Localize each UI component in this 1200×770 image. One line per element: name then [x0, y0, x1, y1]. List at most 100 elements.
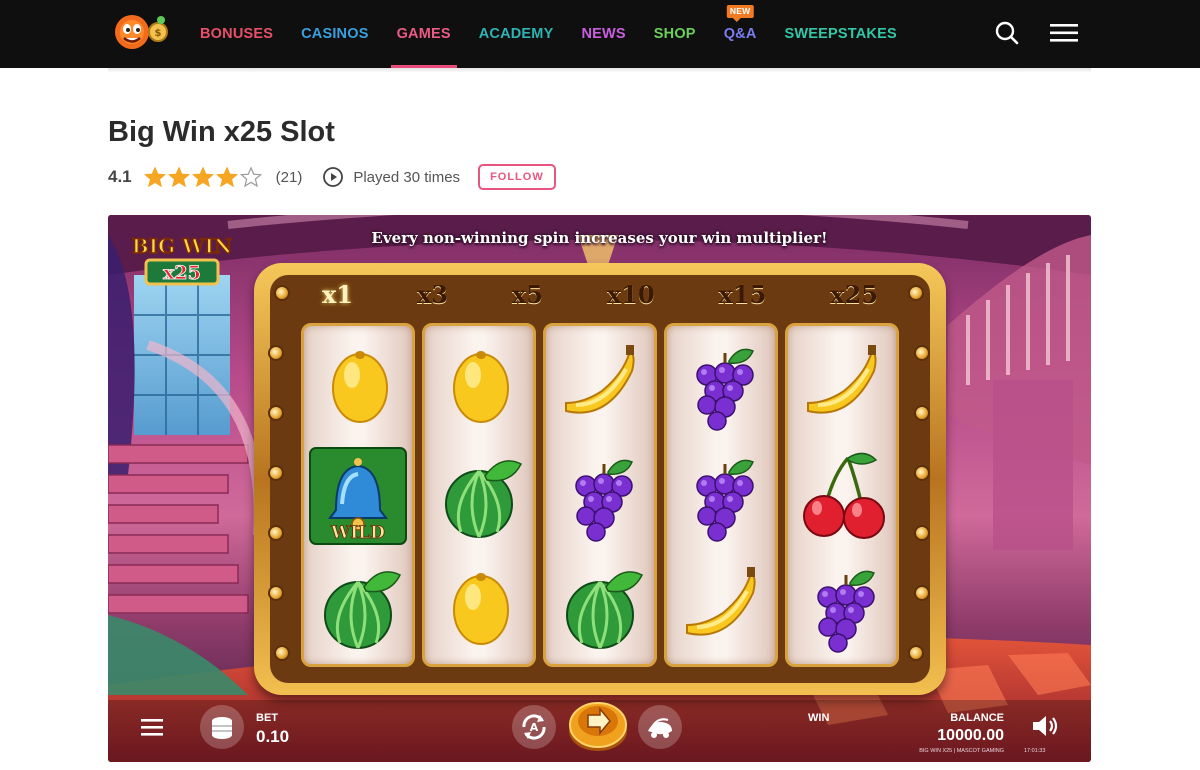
wild-bell-icon: WILD — [304, 441, 412, 551]
nav-item-shop[interactable]: SHOP — [640, 0, 710, 68]
nav-item-bonuses[interactable]: BONUSES — [186, 0, 287, 68]
play-count: Played 30 times — [353, 168, 461, 186]
reel-5 — [785, 323, 899, 667]
nav-item-academy[interactable]: ACADEMY — [465, 0, 568, 68]
nav-item-label: NEWS — [581, 26, 626, 42]
grapes-icon — [667, 330, 775, 440]
win-label: WIN — [808, 712, 830, 724]
multiplier-x5: x5 — [511, 279, 543, 309]
banana-icon — [667, 552, 775, 662]
nav-item-qa[interactable]: Q&A NEW — [710, 0, 771, 68]
multiplier-x15: x15 — [718, 279, 767, 309]
reel-4 — [664, 323, 778, 667]
nav-item-casinos[interactable]: CASINOS — [287, 0, 382, 68]
nav-item-sweepstakes[interactable]: SWEEPSTAKES — [771, 0, 911, 68]
frame-stud — [268, 405, 284, 421]
multiplier-x3: x3 — [416, 279, 448, 309]
frame-stud — [914, 525, 930, 541]
lemon-icon — [304, 330, 412, 440]
multiplier-x1: x1 — [321, 279, 353, 309]
frame-stud — [268, 525, 284, 541]
bet-label: BET — [256, 712, 278, 724]
watermelon-icon — [546, 552, 654, 662]
page-title: Big Win x25 Slot — [108, 116, 335, 148]
autoplay-button[interactable]: A — [512, 705, 556, 749]
svg-text:A: A — [530, 721, 539, 734]
bet-button[interactable] — [200, 705, 244, 749]
frame-stud — [914, 465, 930, 481]
svg-text:x25: x25 — [163, 262, 201, 284]
multiplier-x10: x10 — [606, 279, 655, 309]
banana-icon — [546, 330, 654, 440]
frame-stud — [914, 345, 930, 361]
reel-2 — [422, 323, 536, 667]
main-nav: BONUSES CASINOS GAMES ACADEMY NEWS SHOP Q&A NEW… — [186, 0, 911, 68]
turbo-button[interactable] — [638, 705, 682, 749]
play-circle-icon — [323, 167, 344, 187]
hamburger-menu-icon[interactable] — [1047, 16, 1081, 50]
reel-3 — [543, 323, 657, 667]
turbo-icon — [648, 718, 672, 738]
star-filled-icon[interactable] — [143, 166, 166, 188]
grapes-icon — [667, 441, 775, 551]
watermelon-icon — [304, 552, 412, 662]
spin-button[interactable] — [568, 691, 628, 755]
nav-item-label: SHOP — [653, 26, 696, 42]
game-banner: Every non-winning spin increases your wi… — [371, 229, 828, 247]
search-icon[interactable] — [990, 16, 1024, 50]
frame-stud — [268, 465, 284, 481]
nav-item-label: CASINOS — [301, 26, 369, 42]
frame-stud — [268, 585, 284, 601]
mascot-logo-icon[interactable]: $ — [112, 10, 170, 52]
lemon-icon — [425, 552, 533, 662]
svg-text:WILD: WILD — [330, 523, 385, 543]
nav-item-label: GAMES — [396, 26, 451, 42]
autoplay-icon: A — [522, 714, 546, 740]
star-filled-icon[interactable] — [167, 166, 190, 188]
cherries-icon — [788, 441, 896, 551]
star-empty-icon[interactable] — [239, 166, 262, 188]
star-rating[interactable] — [143, 166, 262, 188]
rating-row: 4.1 (21) Played 30 times FOLLOW — [108, 163, 556, 191]
new-badge: NEW — [726, 5, 754, 22]
speaker-icon[interactable] — [1030, 713, 1060, 739]
game-provider-text: BIG WIN X25 | MASCOT GAMING — [919, 748, 1004, 754]
nav-item-label: ACADEMY — [478, 26, 554, 42]
frame-stud — [274, 285, 290, 301]
big-win-x25-logo: BIG WIN x25 — [131, 233, 233, 286]
site-header: $ BONUSES CASINOS GAMES ACADEMY NEWS SHOP Q&A N… — [0, 0, 1200, 68]
header-shadow — [108, 68, 1091, 72]
multiplier-x25: x25 — [830, 279, 878, 309]
grapes-icon — [788, 552, 896, 662]
star-filled-icon[interactable] — [191, 166, 214, 188]
star-filled-icon[interactable] — [215, 166, 238, 188]
nav-item-news[interactable]: NEWS — [567, 0, 639, 68]
balance-value: 10000.00 — [937, 727, 1004, 744]
nav-item-label: SWEEPSTAKES — [784, 26, 897, 42]
frame-stud — [908, 285, 924, 301]
banana-icon — [788, 330, 896, 440]
review-count[interactable]: (21) — [276, 169, 303, 186]
frame-stud — [274, 645, 290, 661]
lemon-icon — [425, 330, 533, 440]
watermelon-icon — [425, 441, 533, 551]
slot-game-frame[interactable]: Every non-winning spin increases your wi… — [108, 215, 1091, 762]
frame-stud — [914, 405, 930, 421]
multiplier-track: x1 x3 x5 x10 x15 x25 — [290, 275, 910, 313]
svg-text:$: $ — [155, 28, 162, 39]
nav-item-label: Q&A — [723, 26, 757, 42]
game-menu-icon[interactable] — [140, 717, 164, 737]
follow-button[interactable]: FOLLOW — [478, 164, 556, 190]
game-controls: BET 0.10 A WIN BALANCE 10000.00 BIG WIN … — [108, 697, 1091, 762]
nav-item-games[interactable]: GAMES — [383, 0, 465, 68]
frame-stud — [268, 345, 284, 361]
nav-item-label: BONUSES — [200, 26, 274, 42]
svg-text:BIG WIN: BIG WIN — [132, 234, 232, 258]
frame-stud — [914, 585, 930, 601]
rating-value: 4.1 — [108, 167, 132, 186]
reel-1: WILD — [301, 323, 415, 667]
bet-value: 0.10 — [256, 727, 290, 746]
grapes-icon — [546, 441, 654, 551]
balance-label: BALANCE — [950, 712, 1004, 724]
game-clock: 17:01:33 — [1024, 748, 1046, 754]
